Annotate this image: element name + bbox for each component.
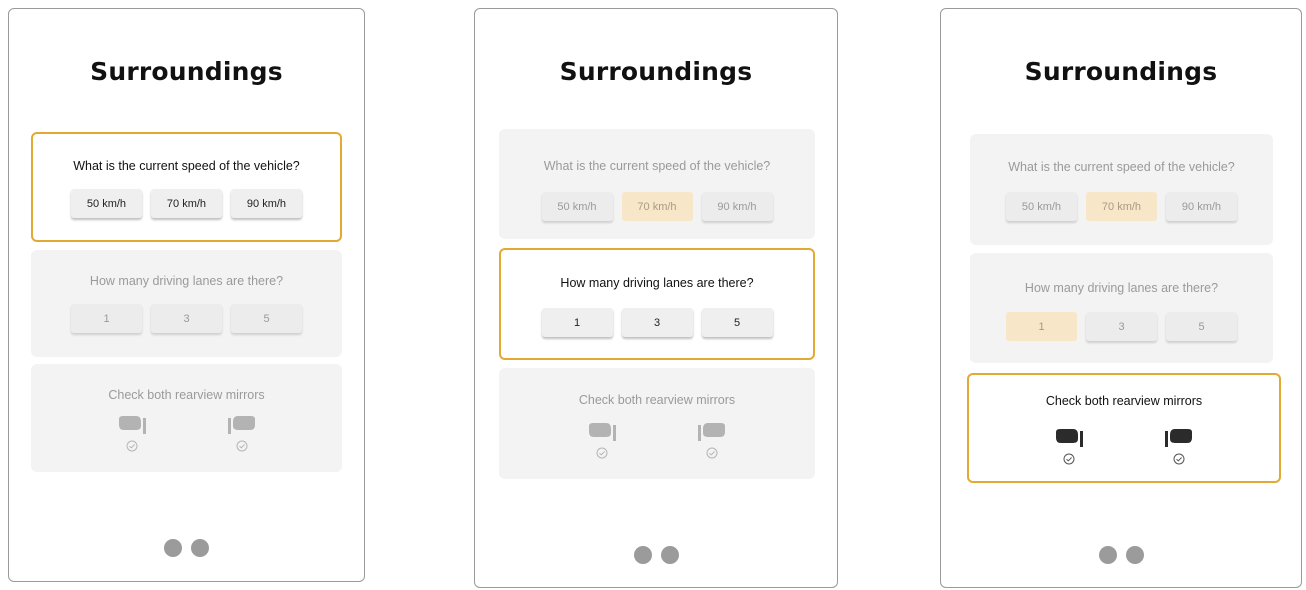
speed-option-50[interactable]: 50 km/h xyxy=(1006,192,1077,221)
speed-question: What is the current speed of the vehicle… xyxy=(1008,160,1235,174)
mirrors-question: Check both rearview mirrors xyxy=(578,393,736,407)
left-mirror-button[interactable] xyxy=(114,414,150,452)
page-dot[interactable] xyxy=(164,539,182,557)
speed-option-50[interactable]: 50 km/h xyxy=(71,189,142,218)
speed-option-70[interactable]: 70 km/h xyxy=(151,189,222,218)
page-indicator xyxy=(475,546,837,564)
right-mirror-button[interactable] xyxy=(694,421,730,459)
page-title: Surroundings xyxy=(1024,57,1218,86)
right-mirror-icon xyxy=(698,423,725,441)
mirrors-card: Check both rearview mirrors xyxy=(31,364,342,472)
lanes-option-1[interactable]: 1 xyxy=(541,308,613,337)
mirrors-question: Check both rearview mirrors xyxy=(108,388,265,402)
left-mirror-button[interactable] xyxy=(584,421,620,459)
page-dot[interactable] xyxy=(1125,546,1144,564)
speed-option-70[interactable]: 70 km/h xyxy=(1086,192,1157,221)
right-mirror-icon xyxy=(227,416,255,434)
lanes-option-5[interactable]: 5 xyxy=(231,304,302,333)
check-circle-icon xyxy=(706,447,718,459)
lanes-question: How many driving lanes are there? xyxy=(89,274,284,288)
screen-1: Surroundings What is the current speed o… xyxy=(8,8,365,582)
page-dot[interactable] xyxy=(660,546,679,564)
speed-option-90[interactable]: 90 km/h xyxy=(231,189,302,218)
speed-option-70[interactable]: 70 km/h xyxy=(621,192,693,221)
lanes-option-3[interactable]: 3 xyxy=(1086,312,1157,341)
page-indicator xyxy=(941,546,1301,564)
page-indicator xyxy=(9,539,364,557)
page-dot[interactable] xyxy=(1098,546,1117,564)
left-mirror-icon xyxy=(589,423,616,441)
lanes-question: How many driving lanes are there? xyxy=(560,276,754,290)
lanes-card: How many driving lanes are there? 1 3 5 xyxy=(31,250,342,357)
right-mirror-icon xyxy=(1165,429,1192,447)
check-circle-icon xyxy=(1173,453,1185,465)
lanes-card: How many driving lanes are there? 1 3 5 xyxy=(499,248,815,360)
speed-option-90[interactable]: 90 km/h xyxy=(1166,192,1237,221)
check-circle-icon xyxy=(596,447,608,459)
speed-card: What is the current speed of the vehicle… xyxy=(499,129,815,239)
speed-card: What is the current speed of the vehicle… xyxy=(970,134,1273,245)
left-mirror-icon xyxy=(1056,429,1083,447)
left-mirror-icon xyxy=(118,416,146,434)
page-dot[interactable] xyxy=(633,546,652,564)
lanes-option-5[interactable]: 5 xyxy=(701,308,773,337)
lanes-option-3[interactable]: 3 xyxy=(151,304,222,333)
mirrors-card: Check both rearview mirrors xyxy=(499,368,815,479)
page-dot[interactable] xyxy=(191,539,209,557)
check-circle-icon xyxy=(126,440,137,452)
speed-card: What is the current speed of the vehicle… xyxy=(31,132,342,242)
right-mirror-button[interactable] xyxy=(1161,427,1197,465)
check-circle-icon xyxy=(1063,453,1075,465)
screen-2: Surroundings What is the current speed o… xyxy=(474,8,838,588)
lanes-card: How many driving lanes are there? 1 3 5 xyxy=(970,253,1273,363)
lanes-option-1[interactable]: 1 xyxy=(71,304,142,333)
speed-question: What is the current speed of the vehicle… xyxy=(73,159,300,173)
lanes-question: How many driving lanes are there? xyxy=(1024,281,1219,295)
page-title: Surroundings xyxy=(559,57,753,86)
mirrors-card: Check both rearview mirrors xyxy=(967,373,1281,483)
lanes-option-5[interactable]: 5 xyxy=(1166,312,1237,341)
check-circle-icon xyxy=(236,440,247,452)
speed-question: What is the current speed of the vehicle… xyxy=(543,159,771,173)
right-mirror-button[interactable] xyxy=(224,414,260,452)
page-title: Surroundings xyxy=(90,57,283,86)
mirrors-question: Check both rearview mirrors xyxy=(1045,394,1203,408)
speed-option-50[interactable]: 50 km/h xyxy=(541,192,613,221)
lanes-option-1[interactable]: 1 xyxy=(1006,312,1077,341)
screen-3: Surroundings What is the current speed o… xyxy=(940,8,1302,588)
speed-option-90[interactable]: 90 km/h xyxy=(701,192,773,221)
lanes-option-3[interactable]: 3 xyxy=(621,308,693,337)
left-mirror-button[interactable] xyxy=(1051,427,1087,465)
